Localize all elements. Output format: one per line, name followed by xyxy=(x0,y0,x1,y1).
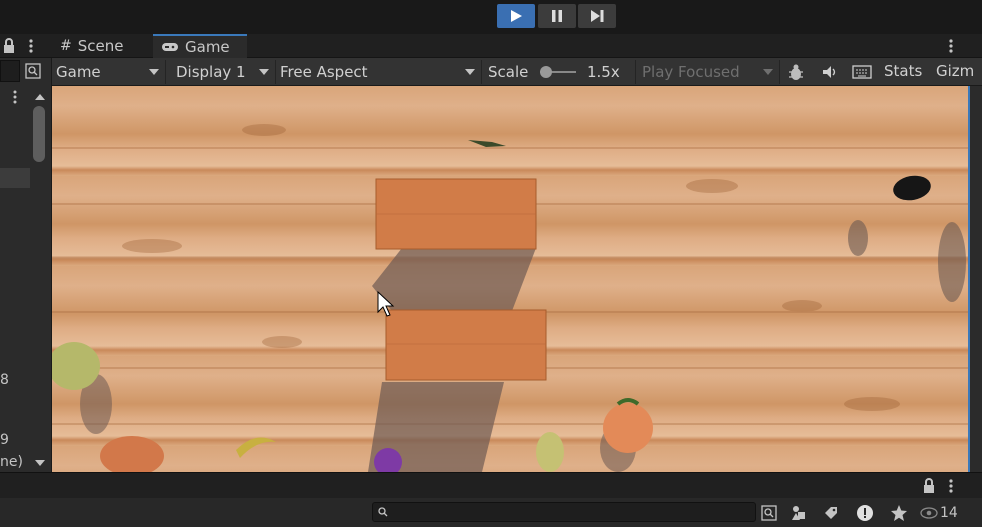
keyboard-icon[interactable] xyxy=(850,62,874,82)
panel-more-icon[interactable] xyxy=(10,90,20,104)
tab-more-menu-icon[interactable] xyxy=(946,38,956,54)
more-menu-icon[interactable] xyxy=(946,478,956,494)
visibility-count: 14 xyxy=(940,505,958,521)
aspect-label: Free Aspect xyxy=(280,63,368,81)
view-mode-dropdown[interactable]: Game xyxy=(52,60,166,84)
lock-icon[interactable] xyxy=(2,38,16,54)
search-mode-icon[interactable] xyxy=(24,62,42,80)
chevron-down-icon xyxy=(149,69,159,75)
label-tag-icon[interactable] xyxy=(818,502,844,524)
gamepad-icon xyxy=(162,43,178,51)
pause-icon xyxy=(552,10,562,22)
game-view-toolbar: Game Display 1 Free Aspect Scale 1.5x Pl… xyxy=(52,58,982,86)
scrollbar-thumb[interactable] xyxy=(33,106,45,162)
tab-bar: # Scene Game xyxy=(0,34,982,58)
gizmos-button[interactable]: Gizm xyxy=(936,62,982,80)
eye-icon xyxy=(920,507,938,519)
play-toolbar xyxy=(0,0,982,34)
scale-slider-group: Scale 1.5x xyxy=(484,60,636,84)
stats-button[interactable]: Stats xyxy=(884,62,922,80)
game-scene xyxy=(52,124,968,472)
aspect-dropdown[interactable]: Free Aspect xyxy=(276,60,482,84)
play-icon xyxy=(511,10,522,22)
hierarchy-panel: 8 9 ne) xyxy=(0,58,52,472)
favorite-star-icon[interactable] xyxy=(886,502,912,524)
wooden-crate-bottom xyxy=(385,309,547,381)
scale-value: 1.5x xyxy=(587,63,620,81)
tab-scene[interactable]: # Scene xyxy=(52,34,152,58)
hierarchy-row-text: 9 xyxy=(0,432,9,448)
chevron-down-icon xyxy=(465,69,475,75)
search-by-type-icon[interactable] xyxy=(756,502,782,524)
step-icon xyxy=(591,10,604,22)
display-dropdown[interactable]: Display 1 xyxy=(172,60,276,84)
scroll-down-icon[interactable] xyxy=(34,456,46,466)
bottom-panel-header xyxy=(0,472,982,498)
view-mode-label: Game xyxy=(56,63,101,81)
display-label: Display 1 xyxy=(176,63,246,81)
tab-game[interactable]: Game xyxy=(153,34,247,58)
audio-icon[interactable] xyxy=(818,62,842,82)
bug-icon[interactable] xyxy=(784,62,808,82)
more-menu-icon[interactable] xyxy=(26,38,36,54)
step-button[interactable] xyxy=(578,4,616,28)
play-button[interactable] xyxy=(497,4,535,28)
fruit-shadow xyxy=(938,222,966,302)
crate-shadow xyxy=(372,248,536,311)
blackberry-sprite xyxy=(893,175,931,201)
hash-icon: # xyxy=(60,38,72,54)
cauliflower-sprite xyxy=(536,432,564,472)
hierarchy-row-text: 8 xyxy=(0,372,9,388)
scroll-up-icon[interactable] xyxy=(34,90,46,100)
game-viewport[interactable] xyxy=(52,86,968,472)
warning-icon[interactable] xyxy=(852,502,878,524)
play-focus-dropdown[interactable]: Play Focused xyxy=(638,60,780,84)
tab-game-label: Game xyxy=(185,38,230,56)
scale-slider-handle[interactable] xyxy=(540,66,552,78)
orange-sprite xyxy=(603,403,653,453)
play-focus-label: Play Focused xyxy=(642,63,740,81)
filter-by-type-icon[interactable] xyxy=(786,502,812,524)
tab-scene-label: Scene xyxy=(77,37,124,55)
chevron-down-icon xyxy=(763,69,773,75)
hierarchy-search-input[interactable] xyxy=(0,60,20,82)
project-search-input[interactable] xyxy=(372,502,756,522)
fruit-shadow xyxy=(848,220,868,256)
visibility-toggle[interactable]: 14 xyxy=(920,502,958,524)
leaf-sprite xyxy=(468,140,506,147)
chevron-down-icon xyxy=(259,69,269,75)
scale-label: Scale xyxy=(488,63,529,81)
banana-sprite xyxy=(236,437,276,458)
right-panel-edge xyxy=(968,86,982,472)
hierarchy-selected-row[interactable] xyxy=(0,168,30,188)
pause-button[interactable] xyxy=(538,4,576,28)
hierarchy-row-text: ne) xyxy=(0,454,23,470)
search-icon xyxy=(378,507,388,517)
potato-sprite xyxy=(100,436,164,472)
lock-icon[interactable] xyxy=(922,478,936,494)
